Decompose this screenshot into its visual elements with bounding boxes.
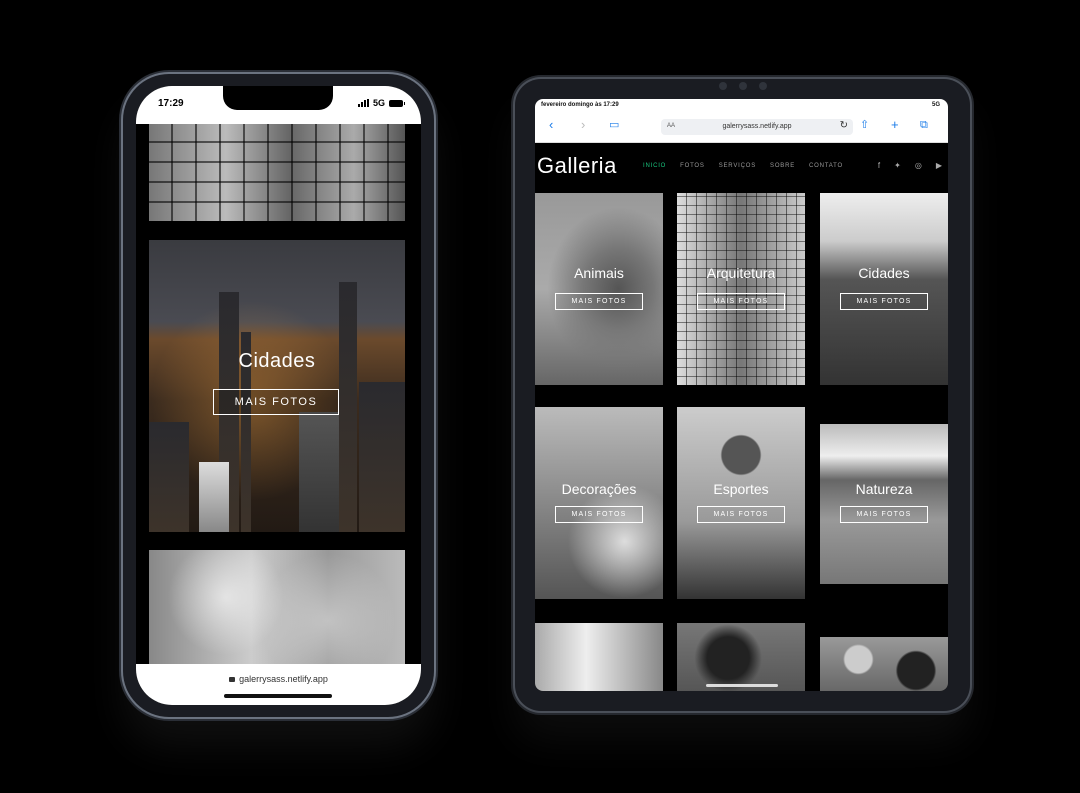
more-photos-button[interactable]: MAIS FOTOS bbox=[555, 293, 643, 310]
phone-notch bbox=[223, 86, 333, 110]
card-caption: Cidades bbox=[858, 265, 910, 281]
nav-fotos[interactable]: FOTOS bbox=[680, 163, 705, 169]
site-nav: INICIO FOTOS SERVIÇOS SOBRE CONTATO bbox=[643, 163, 843, 169]
card-caption: Arquitetura bbox=[706, 265, 776, 281]
nav-contato[interactable]: CONTATO bbox=[809, 163, 843, 169]
card-arquitetura[interactable]: Arquitetura MAIS FOTOS bbox=[677, 193, 805, 385]
browser-address-bar[interactable]: AA galerrysass.netlify.app ↻ bbox=[661, 119, 853, 135]
more-photos-button[interactable]: MAIS FOTOS bbox=[213, 389, 339, 415]
more-photos-button[interactable]: MAIS FOTOS bbox=[840, 293, 928, 310]
forward-icon[interactable]: › bbox=[581, 118, 585, 132]
bookmarks-icon[interactable]: ▭ bbox=[609, 118, 619, 132]
phone-screen: 17:29 5G Cidades MAIS FOTOS galerrysass.… bbox=[136, 86, 421, 705]
phone-gallery[interactable]: Cidades MAIS FOTOS bbox=[136, 124, 421, 664]
twitter-icon[interactable]: ✦ bbox=[894, 161, 901, 170]
tablet-mockup: fevereiro domingo às 17:29 5G ‹ › ▭ AA g… bbox=[515, 79, 970, 711]
tablet-date: fevereiro domingo às 17:29 bbox=[541, 102, 619, 108]
card-animais[interactable]: Animais MAIS FOTOS bbox=[535, 193, 663, 385]
nav-inicio[interactable]: INICIO bbox=[643, 163, 666, 169]
tablet-status-bar: fevereiro domingo às 17:29 5G bbox=[535, 99, 948, 111]
home-indicator bbox=[706, 684, 778, 687]
lock-icon bbox=[229, 677, 236, 682]
home-indicator bbox=[224, 694, 332, 698]
tablet-camera bbox=[700, 82, 785, 92]
youtube-icon[interactable]: ▶ bbox=[936, 161, 942, 170]
phone-url-text: galerrysass.netlify.app bbox=[239, 674, 328, 684]
card-decoracoes[interactable]: Decorações MAIS FOTOS bbox=[535, 407, 663, 599]
decorations-photo[interactable] bbox=[149, 550, 405, 664]
gallery-grid: Animais MAIS FOTOS Arquitetura MAIS FOTO… bbox=[535, 191, 948, 691]
battery-icon bbox=[389, 99, 405, 107]
nav-servicos[interactable]: SERVIÇOS bbox=[719, 163, 756, 169]
architecture-photo[interactable] bbox=[149, 124, 405, 221]
phone-mockup: 17:29 5G Cidades MAIS FOTOS galerrysass.… bbox=[123, 74, 434, 717]
card-photo[interactable] bbox=[677, 623, 805, 691]
tabs-icon[interactable]: ⧉ bbox=[920, 118, 928, 132]
phone-status-bar: 17:29 5G bbox=[136, 86, 421, 124]
network-label: 5G bbox=[372, 98, 385, 108]
card-caption: Cidades bbox=[238, 350, 316, 372]
more-photos-button[interactable]: MAIS FOTOS bbox=[697, 506, 785, 523]
share-icon[interactable]: ⇧ bbox=[860, 118, 869, 132]
signal-icon bbox=[357, 99, 369, 107]
browser-toolbar: ‹ › ▭ AA galerrysass.netlify.app ↻ ⇧ + ⧉ bbox=[535, 111, 948, 143]
back-icon[interactable]: ‹ bbox=[549, 118, 553, 132]
more-photos-button[interactable]: MAIS FOTOS bbox=[697, 293, 785, 310]
facebook-icon[interactable]: f bbox=[878, 161, 880, 170]
tablet-network: 5G bbox=[931, 102, 940, 108]
tablet-screen: fevereiro domingo às 17:29 5G ‹ › ▭ AA g… bbox=[535, 99, 948, 691]
cities-photo-card[interactable]: Cidades MAIS FOTOS bbox=[149, 240, 405, 532]
social-links: f ✦ ◎ ▶ bbox=[878, 161, 942, 170]
more-photos-button[interactable]: MAIS FOTOS bbox=[555, 506, 643, 523]
card-caption: Esportes bbox=[713, 481, 769, 497]
reload-icon[interactable]: ↻ bbox=[840, 120, 848, 131]
new-tab-icon[interactable]: + bbox=[891, 118, 899, 132]
card-caption: Natureza bbox=[855, 481, 913, 497]
card-cidades[interactable]: Cidades MAIS FOTOS bbox=[820, 193, 948, 385]
site-logo[interactable]: Galleria bbox=[537, 153, 617, 179]
phone-address-bar[interactable]: galerrysass.netlify.app bbox=[136, 664, 421, 705]
instagram-icon[interactable]: ◎ bbox=[915, 161, 922, 170]
card-caption: Decorações bbox=[561, 481, 637, 497]
nav-sobre[interactable]: SOBRE bbox=[770, 163, 795, 169]
more-photos-button[interactable]: MAIS FOTOS bbox=[840, 506, 928, 523]
card-photo[interactable] bbox=[820, 637, 948, 691]
card-esportes[interactable]: Esportes MAIS FOTOS bbox=[677, 407, 805, 599]
site-header: Galleria INICIO FOTOS SERVIÇOS SOBRE CON… bbox=[535, 143, 948, 191]
browser-url: galerrysass.netlify.app bbox=[722, 123, 792, 130]
phone-time: 17:29 bbox=[158, 98, 184, 109]
card-caption: Animais bbox=[574, 265, 624, 281]
card-photo[interactable] bbox=[535, 623, 663, 691]
card-natureza[interactable]: Natureza MAIS FOTOS bbox=[820, 424, 948, 584]
